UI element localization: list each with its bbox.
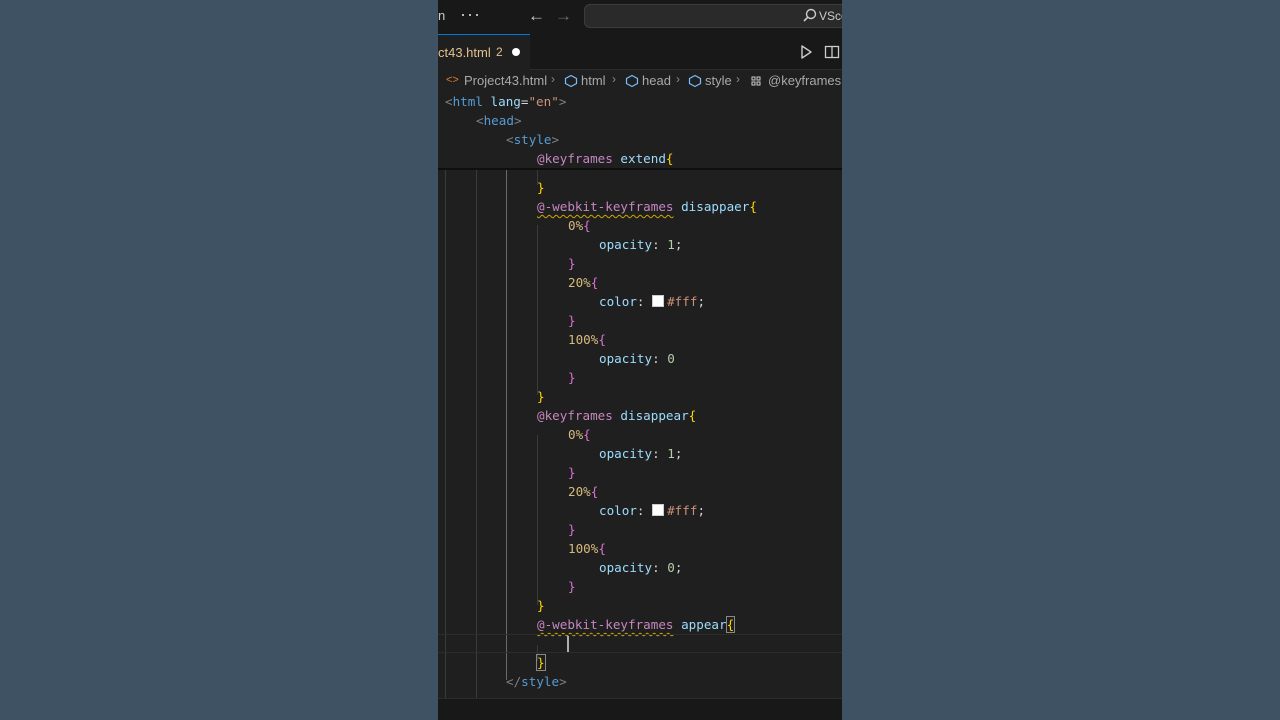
breadcrumb: <> Project43.html › html › head › style … xyxy=(438,70,842,92)
breadcrumb-item-keyframes[interactable]: @keyframes xyxy=(768,73,841,88)
color-swatch[interactable] xyxy=(652,295,665,307)
breadcrumb-item-html[interactable]: html xyxy=(581,73,606,88)
code-line: } xyxy=(537,389,545,404)
code-line: 0%{ xyxy=(568,427,591,442)
arrow-left-icon[interactable]: ← xyxy=(528,6,545,26)
code-line: 0%{ xyxy=(568,218,591,233)
breadcrumb-item-head[interactable]: head xyxy=(642,73,671,88)
code-line: } xyxy=(568,579,576,594)
right-background xyxy=(842,0,1280,720)
color-swatch[interactable] xyxy=(652,504,665,516)
run-play-icon[interactable] xyxy=(798,44,814,60)
arrow-right-icon[interactable]: → xyxy=(555,6,572,26)
code-line: @keyframes disappear{ xyxy=(537,408,697,423)
split-editor-icon[interactable] xyxy=(824,44,840,60)
breadcrumb-file[interactable]: Project43.html xyxy=(464,73,547,88)
tab-project43-html[interactable]: ct43.html 2 xyxy=(438,34,530,70)
unsaved-dot-icon[interactable] xyxy=(512,48,520,56)
code-line: 100%{ xyxy=(568,541,606,556)
code-line: @-webkit-keyframes disappaer{ xyxy=(537,199,757,214)
tab-bar: ct43.html 2 xyxy=(438,34,842,70)
code-line: opacity: 1; xyxy=(599,446,683,461)
title-bar: n ··· ← → VScc xyxy=(438,0,842,34)
chevron-right-icon: › xyxy=(676,72,680,86)
code-line: 20%{ xyxy=(568,484,599,499)
code-line: } xyxy=(568,256,576,271)
status-bar xyxy=(438,698,842,720)
symbol-element-icon xyxy=(625,74,639,88)
chevron-right-icon: › xyxy=(612,72,616,86)
code-line: } xyxy=(537,598,545,613)
breadcrumb-item-style[interactable]: style xyxy=(705,73,732,88)
code-line: } xyxy=(537,180,545,195)
problems-count-badge: 2 xyxy=(496,45,503,59)
chevron-right-icon: › xyxy=(736,72,740,86)
symbol-element-icon xyxy=(564,74,578,88)
vscode-editor-window: n ··· ← → VScc ct43.html 2 <> Project43.… xyxy=(438,0,842,720)
code-line: opacity: 0 xyxy=(599,351,675,366)
code-line: </style> xyxy=(506,674,567,689)
tab-filename: ct43.html xyxy=(438,45,491,60)
code-line: 100%{ xyxy=(568,332,606,347)
left-background xyxy=(0,0,438,720)
symbol-element-icon xyxy=(688,74,702,88)
code-body[interactable]: } @-webkit-keyframes disappaer{ 0%{ opac… xyxy=(438,92,842,720)
code-line: color: #fff; xyxy=(599,294,706,309)
search-icon xyxy=(803,8,817,22)
code-line: } xyxy=(568,465,576,480)
menu-fragment[interactable]: n xyxy=(438,8,445,23)
command-search-box[interactable]: VScc xyxy=(584,4,842,28)
code-line: } xyxy=(568,313,576,328)
code-line: color: #fff; xyxy=(599,503,706,518)
code-line: 20%{ xyxy=(568,275,599,290)
symbol-keyframes-icon xyxy=(751,76,761,86)
more-dots-icon[interactable]: ··· xyxy=(460,4,481,25)
current-line-highlight xyxy=(438,634,842,653)
code-line: } xyxy=(568,522,576,537)
code-line: opacity: 0; xyxy=(599,560,683,575)
code-line: } xyxy=(568,370,576,385)
text-cursor xyxy=(567,636,569,652)
search-text: VScc xyxy=(819,9,842,23)
code-line: opacity: 1; xyxy=(599,237,683,252)
html-file-icon: <> xyxy=(446,74,459,86)
code-line: } xyxy=(536,654,546,671)
code-line: @-webkit-keyframes appear{ xyxy=(537,616,736,633)
chevron-right-icon: › xyxy=(551,72,555,86)
